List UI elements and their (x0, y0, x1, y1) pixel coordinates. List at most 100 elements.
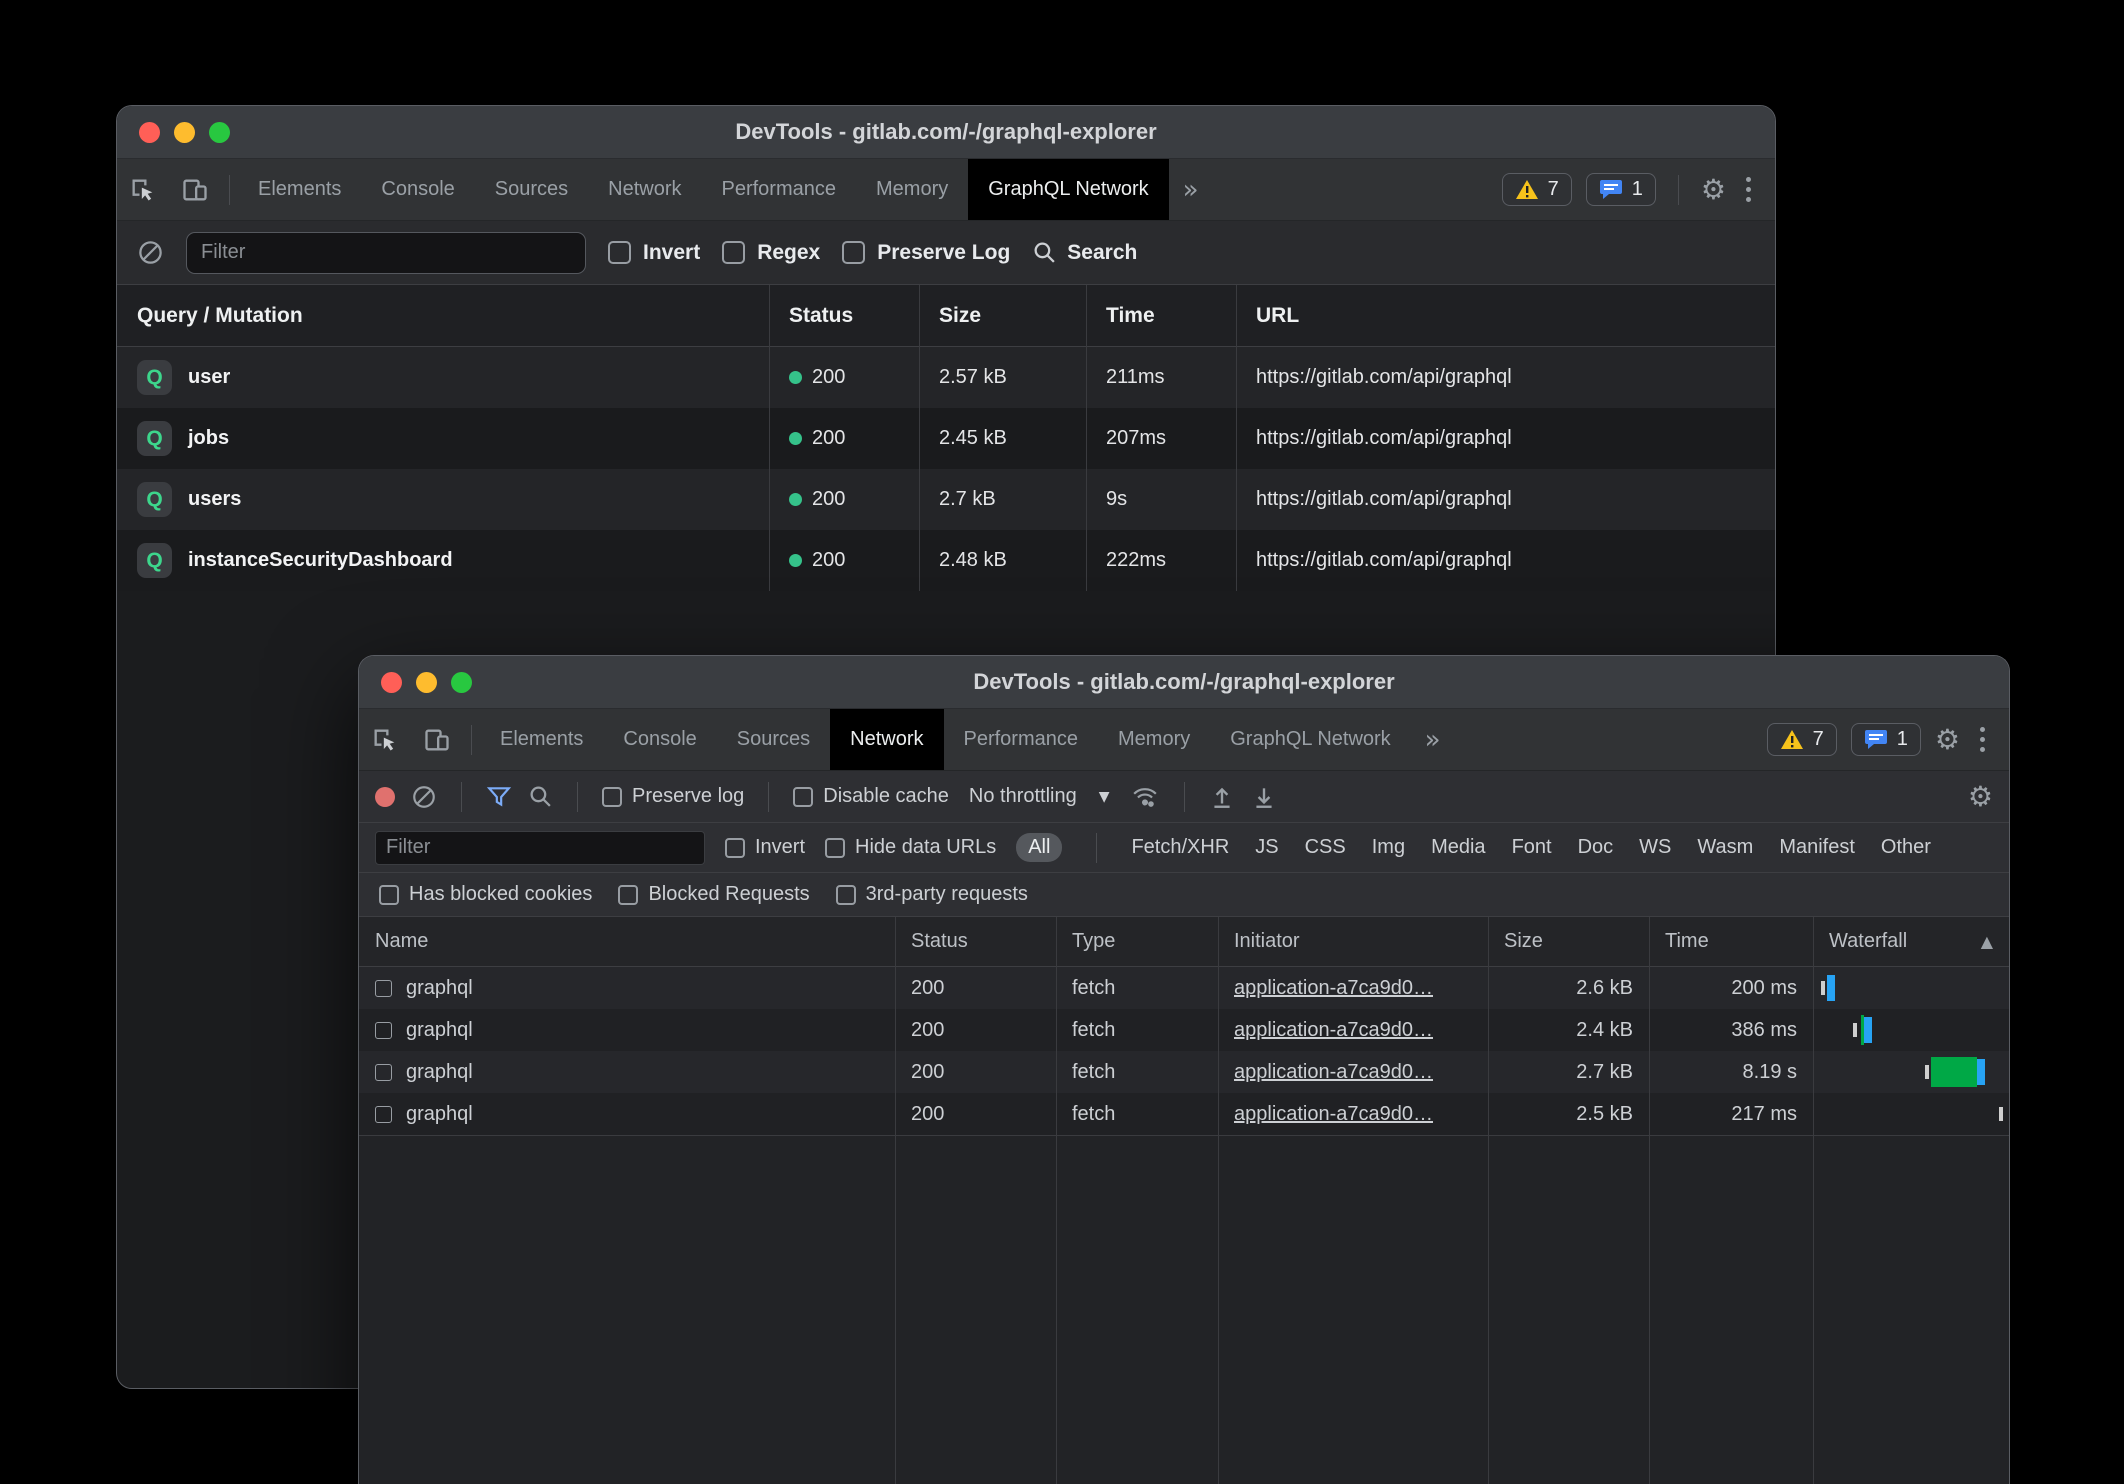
column-header-name[interactable]: Name (359, 917, 895, 966)
minimize-window-button[interactable] (416, 672, 437, 693)
initiator-link[interactable]: application-a7ca9d0… (1234, 1061, 1433, 1084)
inspect-element-icon[interactable] (117, 159, 169, 220)
tab-sources[interactable]: Sources (475, 159, 588, 220)
more-tabs-icon[interactable]: » (1169, 159, 1213, 220)
column-header-initiator[interactable]: Initiator (1218, 917, 1488, 966)
clear-icon[interactable] (411, 784, 437, 810)
column-header-size[interactable]: Size (919, 285, 1086, 346)
invert-checkbox[interactable]: Invert (608, 241, 700, 265)
tab-elements[interactable]: Elements (480, 709, 603, 770)
network-settings-gear-icon[interactable]: ⚙ (1968, 783, 1993, 811)
filter-type-manifest[interactable]: Manifest (1779, 836, 1855, 859)
search-button[interactable]: Search (1032, 240, 1137, 265)
table-row[interactable]: Quser 200 2.57 kB 211ms https://gitlab.c… (117, 347, 1775, 408)
row-checkbox[interactable] (375, 1022, 392, 1039)
device-toolbar-icon[interactable] (169, 159, 221, 220)
column-header-size[interactable]: Size (1488, 917, 1649, 966)
import-har-icon[interactable] (1251, 784, 1277, 810)
filter-type-css[interactable]: CSS (1305, 836, 1346, 859)
regex-checkbox[interactable]: Regex (722, 241, 820, 265)
kebab-menu-icon[interactable] (1974, 727, 1991, 752)
tab-graphql-network[interactable]: GraphQL Network (1210, 709, 1410, 770)
device-toolbar-icon[interactable] (411, 709, 463, 770)
settings-gear-icon[interactable]: ⚙ (1701, 176, 1726, 204)
tab-sources[interactable]: Sources (717, 709, 830, 770)
throttling-dropdown[interactable]: No throttling ▼ (965, 785, 1114, 808)
filter-type-doc[interactable]: Doc (1578, 836, 1614, 859)
more-tabs-icon[interactable]: » (1411, 709, 1455, 770)
initiator-link[interactable]: application-a7ca9d0… (1234, 1103, 1433, 1126)
column-header-status[interactable]: Status (895, 917, 1056, 966)
column-header-time[interactable]: Time (1649, 917, 1813, 966)
tab-memory[interactable]: Memory (1098, 709, 1210, 770)
close-window-button[interactable] (139, 122, 160, 143)
tab-network[interactable]: Network (588, 159, 701, 220)
messages-badge[interactable]: 1 (1586, 173, 1656, 206)
filter-type-other[interactable]: Other (1881, 836, 1931, 859)
table-row[interactable]: graphql 200 fetch application-a7ca9d0… 2… (359, 1009, 2009, 1051)
filter-type-all[interactable]: All (1016, 833, 1062, 862)
table-row[interactable]: graphql 200 fetch application-a7ca9d0… 2… (359, 1051, 2009, 1093)
filter-type-wasm[interactable]: Wasm (1697, 836, 1753, 859)
blocked-requests-checkbox[interactable]: Blocked Requests (618, 883, 809, 906)
third-party-requests-checkbox[interactable]: 3rd-party requests (836, 883, 1028, 906)
tab-memory[interactable]: Memory (856, 159, 968, 220)
row-checkbox[interactable] (375, 1064, 392, 1081)
tab-graphql-network[interactable]: GraphQL Network (968, 159, 1168, 220)
export-har-icon[interactable] (1209, 784, 1235, 810)
tab-performance[interactable]: Performance (944, 709, 1099, 770)
inspect-element-icon[interactable] (359, 709, 411, 770)
table-row[interactable]: Qjobs 200 2.45 kB 207ms https://gitlab.c… (117, 408, 1775, 469)
filter-type-img[interactable]: Img (1372, 836, 1405, 859)
column-header-url[interactable]: URL (1236, 285, 1775, 346)
warnings-badge[interactable]: 7 (1502, 173, 1572, 206)
row-checkbox[interactable] (375, 980, 392, 997)
tab-console[interactable]: Console (603, 709, 716, 770)
initiator-link[interactable]: application-a7ca9d0… (1234, 1019, 1433, 1042)
tab-console[interactable]: Console (361, 159, 474, 220)
hide-data-urls-checkbox[interactable]: Hide data URLs (825, 836, 996, 859)
table-row[interactable]: graphql 200 fetch application-a7ca9d0… 2… (359, 1093, 2009, 1135)
warnings-badge[interactable]: 7 (1767, 723, 1837, 756)
tab-performance[interactable]: Performance (702, 159, 857, 220)
filter-type-js[interactable]: JS (1255, 836, 1278, 859)
column-header-time[interactable]: Time (1086, 285, 1236, 346)
zoom-window-button[interactable] (451, 672, 472, 693)
titlebar[interactable]: DevTools - gitlab.com/-/graphql-explorer (117, 106, 1775, 159)
filter-type-media[interactable]: Media (1431, 836, 1485, 859)
row-checkbox[interactable] (375, 1106, 392, 1123)
filter-type-font[interactable]: Font (1512, 836, 1552, 859)
disable-cache-checkbox[interactable]: Disable cache (793, 785, 949, 808)
filter-input[interactable] (186, 232, 586, 274)
network-conditions-icon[interactable] (1130, 784, 1160, 810)
search-icon[interactable] (528, 784, 553, 809)
minimize-window-button[interactable] (174, 122, 195, 143)
filter-funnel-icon[interactable] (486, 784, 512, 810)
titlebar[interactable]: DevTools - gitlab.com/-/graphql-explorer (359, 656, 2009, 709)
has-blocked-cookies-checkbox[interactable]: Has blocked cookies (379, 883, 592, 906)
devtools-window-network[interactable]: DevTools - gitlab.com/-/graphql-explorer… (358, 655, 2010, 1484)
record-network-log-button[interactable] (375, 787, 395, 807)
table-row[interactable]: graphql 200 fetch application-a7ca9d0… 2… (359, 967, 2009, 1009)
preserve-log-checkbox[interactable]: Preserve Log (842, 241, 1010, 265)
filter-type-ws[interactable]: WS (1639, 836, 1671, 859)
initiator-link[interactable]: application-a7ca9d0… (1234, 977, 1433, 1000)
column-header-type[interactable]: Type (1056, 917, 1218, 966)
clear-icon[interactable] (137, 239, 164, 266)
close-window-button[interactable] (381, 672, 402, 693)
tab-elements[interactable]: Elements (238, 159, 361, 220)
filter-type-fetch-xhr[interactable]: Fetch/XHR (1131, 836, 1229, 859)
filter-input[interactable] (375, 831, 705, 865)
invert-checkbox[interactable]: Invert (725, 836, 805, 859)
settings-gear-icon[interactable]: ⚙ (1935, 726, 1960, 754)
kebab-menu-icon[interactable] (1740, 177, 1757, 202)
column-header-status[interactable]: Status (769, 285, 919, 346)
messages-badge[interactable]: 1 (1851, 723, 1921, 756)
zoom-window-button[interactable] (209, 122, 230, 143)
column-header-query-mutation[interactable]: Query / Mutation (117, 285, 769, 346)
table-row[interactable]: QinstanceSecurityDashboard 200 2.48 kB 2… (117, 530, 1775, 591)
preserve-log-checkbox[interactable]: Preserve log (602, 785, 744, 808)
column-header-waterfall[interactable]: Waterfall ▲ (1813, 917, 2009, 966)
tab-network[interactable]: Network (830, 709, 943, 770)
table-row[interactable]: Qusers 200 2.7 kB 9s https://gitlab.com/… (117, 469, 1775, 530)
